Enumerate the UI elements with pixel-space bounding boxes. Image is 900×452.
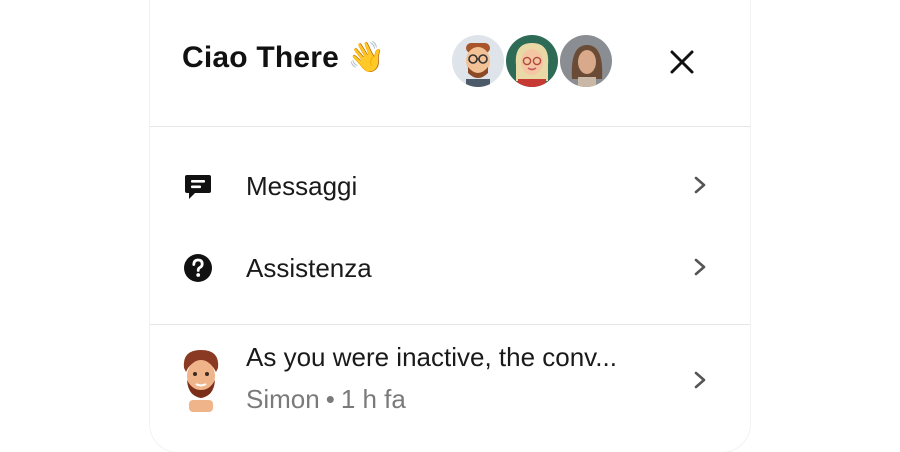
- conversation-preview: As you were inactive, the conv...: [246, 342, 617, 372]
- avatar: [450, 33, 506, 89]
- menu-item-assistenza[interactable]: Assistenza: [150, 227, 750, 307]
- close-button[interactable]: [660, 42, 704, 82]
- panel-header: Ciao There 👋: [150, 0, 750, 126]
- conversation-author: Simon: [246, 384, 320, 414]
- conversation-time: 1 h fa: [340, 384, 406, 414]
- avatar: [504, 33, 560, 89]
- divider: [150, 126, 750, 127]
- chevron-right-icon: [694, 176, 706, 194]
- meta-separator: •: [325, 384, 335, 414]
- help-circle-icon: [184, 254, 212, 282]
- avatar: [558, 33, 614, 89]
- conversation-item[interactable]: As you were inactive, the conv... Simon •…: [150, 324, 750, 434]
- message-icon: [185, 175, 211, 199]
- menu-item-label: Assistenza: [246, 253, 372, 283]
- menu-item-label: Messaggi: [246, 171, 358, 201]
- avatar: [183, 350, 219, 412]
- conversation-meta: Simon • 1 h fa: [246, 384, 406, 415]
- chevron-right-icon: [694, 258, 706, 276]
- chevron-right-icon: [694, 371, 706, 389]
- messenger-panel: Ciao There 👋 Messaggi Assistenza As you …: [150, 0, 750, 452]
- close-icon: [670, 50, 694, 74]
- menu-item-messaggi[interactable]: Messaggi: [150, 145, 750, 225]
- greeting-title: Ciao There 👋: [182, 41, 386, 74]
